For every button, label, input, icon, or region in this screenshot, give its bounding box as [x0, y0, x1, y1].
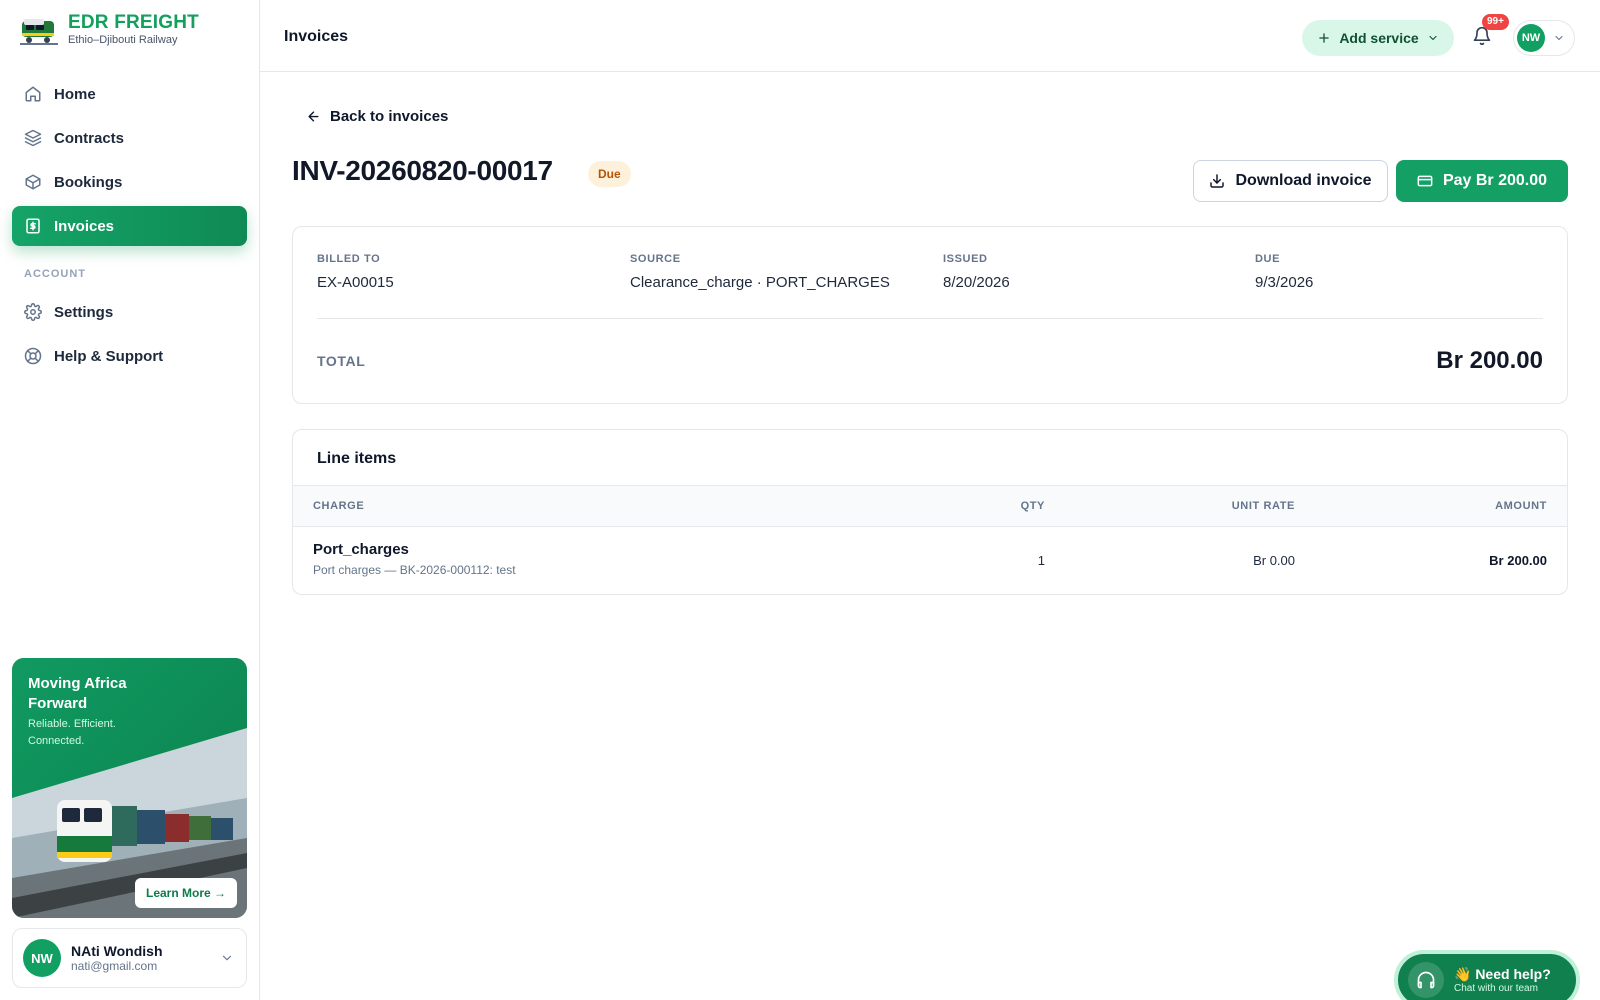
sidebar-item-help[interactable]: Help & Support — [12, 336, 247, 376]
meta-issued: ISSUED 8/20/2026 — [943, 253, 1010, 291]
help-chat-button[interactable]: 👋 Need help? Chat with our team — [1394, 950, 1580, 1000]
meta-billed-to: BILLED TO EX-A00015 — [317, 253, 394, 291]
status-badge: Due — [588, 161, 631, 187]
notification-badge: 99+ — [1482, 14, 1509, 30]
divider — [317, 318, 1543, 319]
train-logo-icon — [20, 18, 58, 45]
meta-label: SOURCE — [630, 253, 681, 265]
user-email: nati@gmail.com — [71, 959, 158, 973]
chevron-down-icon — [1429, 35, 1437, 41]
box-icon — [25, 174, 41, 190]
avatar: NW — [1517, 24, 1545, 52]
add-service-button[interactable]: Add service — [1302, 20, 1454, 56]
meta-due: DUE 9/3/2026 — [1255, 253, 1313, 291]
line-items-title: Line items — [317, 450, 397, 467]
charge-unit-rate: Br 0.00 — [1253, 553, 1295, 568]
chevron-down-icon — [1555, 35, 1563, 41]
charge-name: Port_charges — [313, 541, 409, 558]
sidebar-item-invoices[interactable]: Invoices — [12, 206, 247, 246]
invoice-icon — [26, 218, 40, 234]
headset-icon — [1408, 962, 1444, 998]
layers-icon — [24, 129, 42, 147]
user-card[interactable]: NW NAti Wondish nati@gmail.com — [12, 928, 247, 988]
sidebar-item-settings[interactable]: Settings — [12, 292, 247, 332]
download-icon — [1210, 174, 1225, 188]
back-to-invoices-link[interactable]: Back to invoices — [306, 108, 448, 125]
invoice-summary-card: BILLED TO EX-A00015 SOURCE Clearance_cha… — [292, 226, 1568, 404]
sidebar-item-label: Invoices — [54, 217, 115, 235]
charge-qty: 1 — [1037, 553, 1045, 568]
invoice-number: INV-20260820-00017 — [292, 155, 553, 186]
table-header: CHARGE QTY UNIT RATE AMOUNT — [293, 485, 1567, 527]
chevron-down-icon[interactable] — [220, 951, 234, 965]
page-title: Invoices — [284, 28, 349, 45]
meta-label: ISSUED — [943, 253, 988, 265]
topbar: Invoices Add service 99+ NW — [260, 0, 1600, 72]
charge-description: Port charges — BK-2026-000112: test — [313, 563, 516, 577]
meta-label: BILLED TO — [317, 253, 381, 265]
meta-value: EX-A00015 — [317, 274, 394, 291]
brand[interactable]: EDR FREIGHT Ethio–Djibouti Railway — [20, 12, 199, 47]
learn-more-button[interactable]: Learn More → — [134, 878, 237, 908]
sidebar-nav: Home Contracts Bookings Invoices ACCOUNT… — [12, 74, 247, 380]
download-label: Download invoice — [1235, 172, 1372, 189]
column-header-amount: AMOUNT — [1495, 500, 1547, 512]
sidebar-item-label: Contracts — [54, 129, 125, 147]
user-name: NAti Wondish — [71, 943, 163, 959]
pay-button[interactable]: Pay Br 200.00 — [1396, 160, 1568, 202]
column-header-qty: QTY — [1020, 500, 1045, 512]
arrow-left-icon — [308, 111, 319, 122]
credit-card-icon — [1417, 175, 1433, 187]
plus-icon — [1319, 33, 1330, 43]
meta-value: 8/20/2026 — [943, 274, 1010, 291]
lifebuoy-icon — [24, 347, 42, 365]
charge-amount: Br 200.00 — [1489, 553, 1547, 568]
user-menu[interactable]: NW — [1513, 20, 1575, 56]
table-row: Port_charges Port charges — BK-2026-0001… — [293, 527, 1567, 594]
sidebar-item-label: Help & Support — [54, 347, 164, 365]
pay-label: Pay Br 200.00 — [1442, 172, 1548, 189]
total-value: Br 200.00 — [1436, 347, 1543, 374]
meta-source: SOURCE Clearance_charge · PORT_CHARGES — [630, 253, 890, 291]
total-label: TOTAL — [317, 353, 366, 369]
column-header-unit-rate: UNIT RATE — [1231, 500, 1295, 512]
help-subtitle: Chat with our team — [1454, 983, 1538, 994]
download-invoice-button[interactable]: Download invoice — [1193, 160, 1388, 202]
brand-title: EDR FREIGHT — [68, 12, 199, 33]
sidebar-item-label: Settings — [54, 303, 114, 321]
sidebar-section-account: ACCOUNT — [24, 268, 86, 280]
meta-value: Clearance_charge · PORT_CHARGES — [630, 274, 890, 291]
avatar: NW — [23, 939, 61, 977]
back-label: Back to invoices — [330, 108, 449, 125]
promo-title: Moving Africa Forward — [28, 675, 127, 712]
sidebar-item-label: Home — [54, 85, 96, 103]
sidebar: EDR FREIGHT Ethio–Djibouti Railway Home … — [0, 0, 260, 1000]
sidebar-item-bookings[interactable]: Bookings — [12, 162, 247, 202]
meta-value: 9/3/2026 — [1255, 274, 1314, 291]
help-title: 👋 Need help? — [1454, 966, 1551, 982]
line-items-card: Line items CHARGE QTY UNIT RATE AMOUNT P… — [292, 429, 1568, 595]
sidebar-item-label: Bookings — [54, 173, 123, 191]
brand-subtitle: Ethio–Djibouti Railway — [68, 34, 178, 46]
home-icon — [25, 86, 41, 102]
promo-card: Moving Africa Forward Reliable. Efficien… — [12, 658, 247, 918]
add-service-label: Add service — [1339, 30, 1419, 46]
sidebar-item-home[interactable]: Home — [12, 74, 247, 114]
meta-label: DUE — [1255, 253, 1281, 265]
promo-subtitle: Reliable. Efficient. Connected. — [28, 718, 116, 747]
column-header-charge: CHARGE — [313, 500, 365, 512]
sidebar-item-contracts[interactable]: Contracts — [12, 118, 247, 158]
gear-icon — [24, 303, 42, 321]
